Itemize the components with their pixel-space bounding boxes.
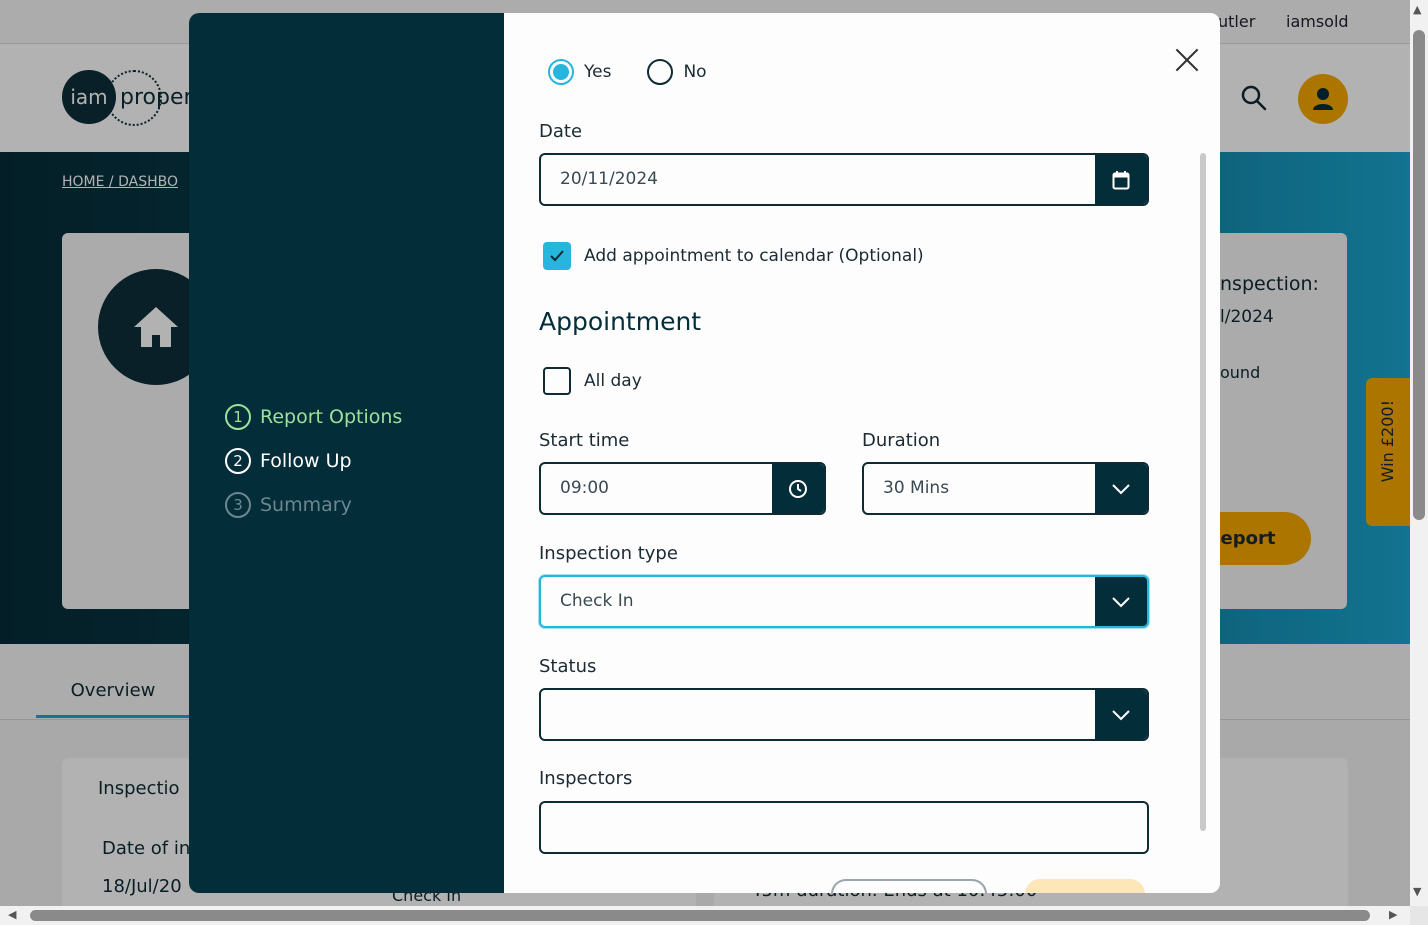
start-time-field[interactable]: 09:00 xyxy=(539,462,826,515)
vertical-scroll-thumb[interactable] xyxy=(1413,30,1425,520)
step-report-options[interactable]: 1 Report Options xyxy=(225,395,402,439)
scroll-up-arrow-icon[interactable]: ▲ xyxy=(1413,4,1421,15)
scroll-right-arrow-icon[interactable]: ▶ xyxy=(1389,909,1397,920)
inspectors-input[interactable] xyxy=(539,801,1149,854)
step-number: 1 xyxy=(225,404,251,430)
radio-yes-label[interactable]: Yes xyxy=(584,62,611,82)
stepper: 1 Report Options 2 Follow Up 3 Summary xyxy=(225,395,402,527)
radio-no-label[interactable]: No xyxy=(683,62,706,82)
all-day-label[interactable]: All day xyxy=(584,371,642,391)
time-picker-button[interactable] xyxy=(772,464,824,513)
status-label: Status xyxy=(539,656,597,677)
appointment-heading: Appointment xyxy=(539,307,702,336)
follow-up-modal: 1 Report Options 2 Follow Up 3 Summary Y… xyxy=(189,13,1220,893)
chevron-down-icon xyxy=(1112,483,1130,494)
radio-yes[interactable] xyxy=(548,59,574,85)
date-label: Date xyxy=(539,121,583,142)
duration-label: Duration xyxy=(862,430,941,451)
date-value: 20/11/2024 xyxy=(560,169,658,189)
back-button[interactable] xyxy=(831,879,987,893)
start-time-value: 09:00 xyxy=(560,478,609,498)
duration-dropdown-button[interactable] xyxy=(1095,464,1147,513)
horizontal-scroll-thumb[interactable] xyxy=(30,910,1370,921)
chevron-down-icon xyxy=(1112,709,1130,720)
add-to-calendar-label[interactable]: Add appointment to calendar (Optional) xyxy=(584,246,924,266)
inspection-type-dropdown-button[interactable] xyxy=(1095,577,1147,626)
step-follow-up[interactable]: 2 Follow Up xyxy=(225,439,402,483)
clock-icon xyxy=(789,479,807,498)
modal-scroll-thumb[interactable] xyxy=(1200,153,1206,831)
step-label: Report Options xyxy=(260,406,403,428)
calendar-button[interactable] xyxy=(1095,155,1147,204)
step-label: Follow Up xyxy=(260,450,352,472)
status-select[interactable] xyxy=(539,688,1149,741)
modal-stepper-sidebar: 1 Report Options 2 Follow Up 3 Summary xyxy=(189,13,504,893)
next-button[interactable] xyxy=(1025,879,1145,893)
add-to-calendar-checkbox[interactable] xyxy=(543,242,571,270)
all-day-checkbox[interactable] xyxy=(543,367,571,395)
step-summary[interactable]: 3 Summary xyxy=(225,483,402,527)
inspection-type-label: Inspection type xyxy=(539,543,678,564)
radio-no[interactable] xyxy=(647,59,674,85)
duration-value: 30 Mins xyxy=(883,478,950,498)
step-label: Summary xyxy=(260,494,352,516)
inspection-type-select[interactable]: Check In xyxy=(539,575,1149,628)
scroll-down-arrow-icon[interactable]: ▼ xyxy=(1413,886,1421,897)
checkmark-icon xyxy=(550,250,564,262)
start-time-label: Start time xyxy=(539,430,630,451)
inspectors-label: Inspectors xyxy=(539,768,633,789)
chevron-down-icon xyxy=(1112,596,1130,607)
modal-form: Yes No Date 20/11/2024 Add appointment t… xyxy=(504,13,1220,893)
status-dropdown-button[interactable] xyxy=(1095,690,1147,739)
calendar-icon xyxy=(1112,170,1130,189)
close-icon[interactable] xyxy=(1172,45,1202,75)
date-field[interactable]: 20/11/2024 xyxy=(539,153,1149,206)
inspection-type-value: Check In xyxy=(560,591,634,611)
scroll-left-arrow-icon[interactable]: ◀ xyxy=(8,909,16,920)
duration-select[interactable]: 30 Mins xyxy=(862,462,1149,515)
step-number: 3 xyxy=(225,492,251,518)
step-number: 2 xyxy=(225,448,251,474)
follow-up-radio-group: Yes No xyxy=(548,59,743,85)
